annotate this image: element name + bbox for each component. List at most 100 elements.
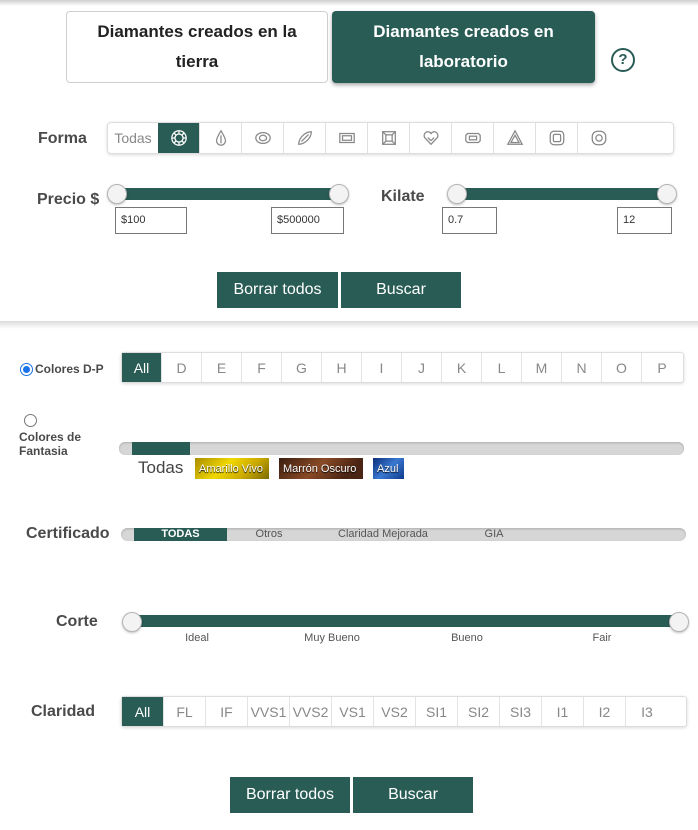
pear-icon <box>215 129 226 146</box>
trillion-icon <box>506 129 523 145</box>
price-max-handle[interactable] <box>329 184 349 204</box>
color-grade-m[interactable]: M <box>522 353 562 382</box>
clarity-grade-vvs2[interactable]: VVS2 <box>290 697 332 726</box>
oval-icon <box>254 131 271 145</box>
color-grade-l[interactable]: L <box>482 353 522 382</box>
clarity-grade-selector: All FL IF VVS1 VVS2 VS1 VS2 SI1 SI2 SI3 I1 I2 I3 <box>121 696 687 727</box>
color-grade-p[interactable]: P <box>642 353 682 382</box>
carat-slider-track[interactable] <box>451 188 669 200</box>
fancy-chip-yellow[interactable]: Amarillo Vivo <box>195 458 269 479</box>
clarity-grade-si3[interactable]: SI3 <box>500 697 542 726</box>
tab-earth-label: Diamantes creados en la tierra <box>97 22 297 71</box>
shape-pear[interactable] <box>200 123 242 153</box>
marquise-icon <box>297 131 312 145</box>
certificate-option-otros[interactable]: Otros <box>239 528 299 540</box>
cut-label: Corte <box>56 613 98 630</box>
fancy-color-range[interactable] <box>132 442 190 455</box>
cut-slider-track[interactable] <box>132 615 680 627</box>
clarity-label: Claridad <box>31 703 96 720</box>
shape-radiant[interactable] <box>452 123 494 153</box>
color-grade-all[interactable]: All <box>122 353 162 382</box>
clear-all-button-bottom[interactable]: Borrar todos <box>230 777 350 813</box>
section-divider <box>0 321 698 329</box>
shape-marquise[interactable] <box>284 123 326 153</box>
shape-heart[interactable] <box>410 123 452 153</box>
clarity-grade-vvs1[interactable]: VVS1 <box>248 697 290 726</box>
shape-cushion-round[interactable] <box>578 123 620 153</box>
price-slider-track[interactable] <box>116 188 340 200</box>
price-max-input[interactable]: $500000 <box>271 207 344 234</box>
certificate-option-gia[interactable]: GIA <box>474 528 514 540</box>
search-button-top[interactable]: Buscar <box>341 272 461 308</box>
shape-round[interactable] <box>158 123 200 153</box>
cushion-round-icon <box>591 130 607 146</box>
radiant-icon <box>464 132 481 144</box>
clarity-grade-if[interactable]: IF <box>206 697 248 726</box>
color-grade-f[interactable]: F <box>242 353 282 382</box>
heart-icon <box>423 131 438 146</box>
fancy-color-track[interactable] <box>119 442 684 455</box>
clear-all-button-top[interactable]: Borrar todos <box>217 272 338 308</box>
shape-selector: Todas <box>107 122 674 154</box>
color-grade-selector: All D E F G H I J K L M N O P <box>121 352 684 383</box>
color-grade-i[interactable]: I <box>362 353 402 382</box>
shape-emerald[interactable] <box>326 123 368 153</box>
fancy-color-label: Colores de Fantasia <box>19 430 82 458</box>
clarity-grade-i3[interactable]: I3 <box>626 697 668 726</box>
color-grade-k[interactable]: K <box>442 353 482 382</box>
cut-max-handle[interactable] <box>669 612 689 632</box>
shape-asscher[interactable] <box>368 123 410 153</box>
top-shadow <box>0 0 698 6</box>
price-min-handle[interactable] <box>107 184 127 204</box>
carat-max-input[interactable]: 12 <box>617 207 672 234</box>
fancy-color-radio[interactable] <box>24 414 37 427</box>
carat-label: Kilate <box>381 188 425 205</box>
color-grade-g[interactable]: G <box>282 353 322 382</box>
color-grade-d[interactable]: D <box>162 353 202 382</box>
tab-lab-label: Diamantes creados en laboratorio <box>373 22 554 71</box>
shape-oval[interactable] <box>242 123 284 153</box>
cushion-icon <box>549 130 564 146</box>
tab-earth-diamonds[interactable]: Diamantes creados en la tierra <box>66 11 328 83</box>
price-min-input[interactable]: $100 <box>115 207 187 234</box>
clarity-grade-vs1[interactable]: VS1 <box>332 697 374 726</box>
carat-min-input[interactable]: 0.7 <box>442 207 497 234</box>
help-icon[interactable]: ? <box>611 48 635 72</box>
color-grade-e[interactable]: E <box>202 353 242 382</box>
clarity-grade-si2[interactable]: SI2 <box>458 697 500 726</box>
shape-cushion[interactable] <box>536 123 578 153</box>
clarity-grade-fl[interactable]: FL <box>164 697 206 726</box>
round-icon <box>170 130 187 146</box>
color-dp-radio[interactable] <box>20 363 33 376</box>
color-grade-o[interactable]: O <box>602 353 642 382</box>
shape-label: Forma <box>38 130 87 147</box>
color-dp-label: Colores D-P <box>35 362 104 376</box>
cut-option-fair: Fair <box>592 632 612 644</box>
color-grade-j[interactable]: J <box>402 353 442 382</box>
fancy-chip-brown[interactable]: Marrón Oscuro <box>279 458 363 479</box>
tab-lab-diamonds[interactable]: Diamantes creados en laboratorio <box>332 11 595 83</box>
clarity-grade-si1[interactable]: SI1 <box>416 697 458 726</box>
clarity-grade-i2[interactable]: I2 <box>584 697 626 726</box>
clarity-grade-vs2[interactable]: VS2 <box>374 697 416 726</box>
cut-option-muy-bueno: Muy Bueno <box>304 632 360 644</box>
search-button-bottom[interactable]: Buscar <box>353 777 473 813</box>
color-grade-n[interactable]: N <box>562 353 602 382</box>
fancy-chip-blue[interactable]: Azul <box>373 458 404 479</box>
carat-min-handle[interactable] <box>447 184 467 204</box>
cut-option-ideal: Ideal <box>185 632 209 644</box>
carat-max-handle[interactable] <box>657 184 677 204</box>
clarity-grade-i1[interactable]: I1 <box>542 697 584 726</box>
shape-all-option[interactable]: Todas <box>108 123 158 153</box>
color-grade-h[interactable]: H <box>322 353 362 382</box>
emerald-icon <box>338 132 355 144</box>
asscher-icon <box>381 131 396 145</box>
certificate-option-todas[interactable]: TODAS <box>134 528 227 540</box>
cut-min-handle[interactable] <box>122 612 142 632</box>
shape-trillion[interactable] <box>494 123 536 153</box>
certificate-option-claridad[interactable]: Claridad Mejorada <box>330 528 436 540</box>
clarity-grade-all[interactable]: All <box>122 697 164 726</box>
certificate-label: Certificado <box>26 525 110 542</box>
fancy-all-option[interactable]: Todas <box>138 458 183 478</box>
cut-option-bueno: Bueno <box>451 632 483 644</box>
